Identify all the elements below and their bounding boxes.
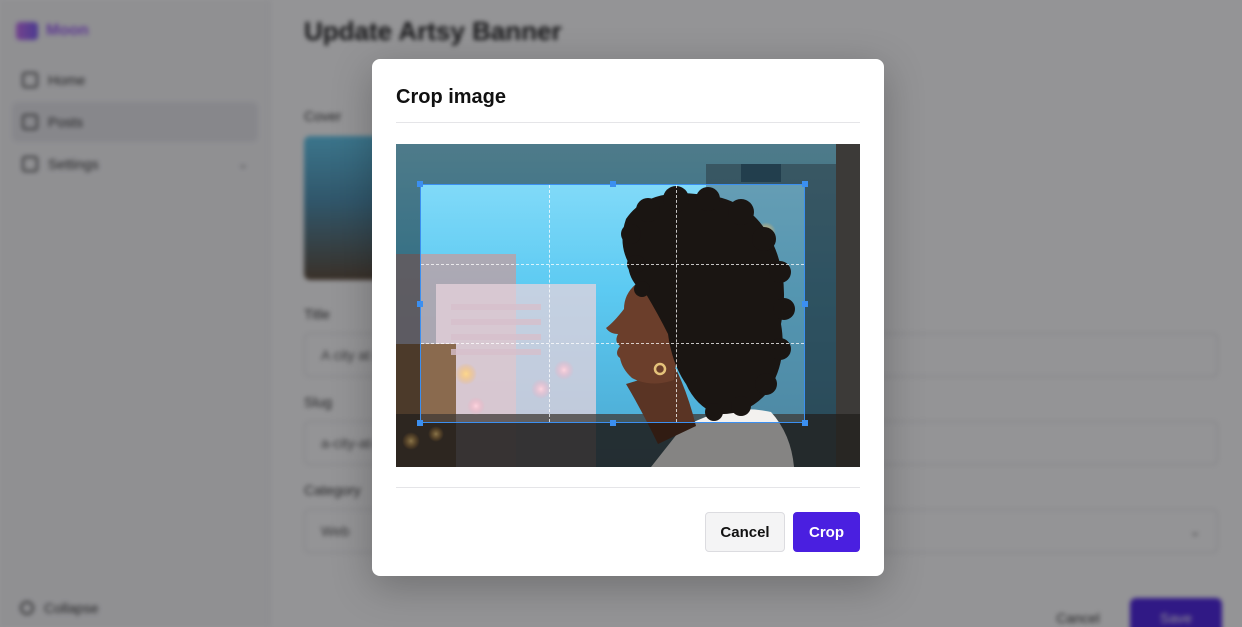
crop-grid-line bbox=[676, 185, 678, 422]
crop-handle-left[interactable] bbox=[417, 300, 423, 307]
crop-button[interactable]: Crop bbox=[793, 512, 860, 552]
crop-handle-bottom-right[interactable] bbox=[802, 420, 808, 426]
crop-mask-right bbox=[805, 184, 860, 423]
crop-handle-bottom[interactable] bbox=[609, 420, 616, 426]
header-divider bbox=[396, 122, 860, 123]
crop-mask-bottom bbox=[396, 423, 860, 467]
crop-handle-bottom-left[interactable] bbox=[417, 420, 423, 426]
dialog-title: Crop image bbox=[396, 86, 507, 108]
crop-grid-line bbox=[548, 185, 550, 422]
crop-handle-top-left[interactable] bbox=[417, 181, 423, 187]
crop-handle-right[interactable] bbox=[802, 300, 808, 307]
cancel-button[interactable]: Cancel bbox=[705, 512, 785, 552]
crop-handle-top[interactable] bbox=[609, 181, 616, 187]
crop-image-dialog: Crop image Cancel Crop bbox=[372, 59, 884, 576]
crop-canvas[interactable] bbox=[396, 144, 860, 467]
crop-grid-line bbox=[421, 342, 804, 344]
footer-divider bbox=[396, 487, 860, 488]
crop-handle-top-right[interactable] bbox=[802, 181, 808, 187]
crop-selection[interactable] bbox=[417, 181, 808, 426]
crop-mask-top bbox=[396, 144, 860, 184]
crop-grid-line bbox=[421, 263, 804, 265]
